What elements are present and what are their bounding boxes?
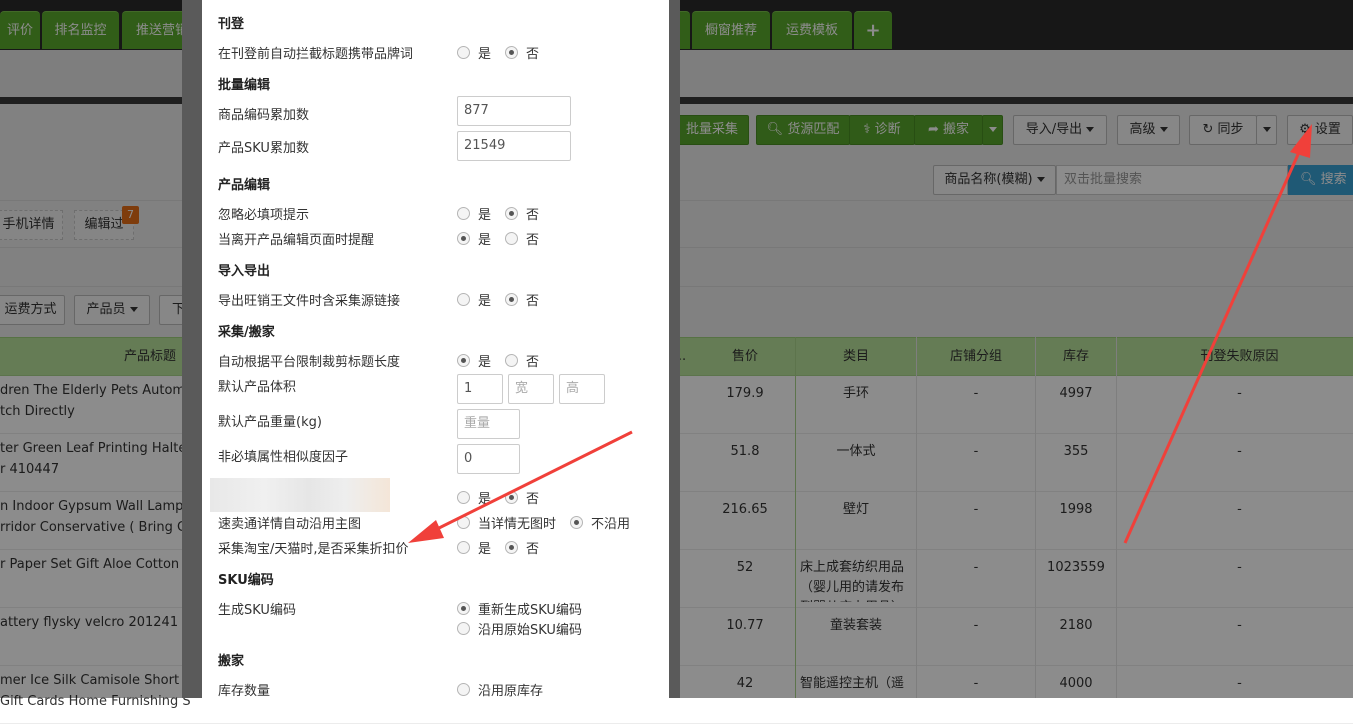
section-import-export: 导入导出 (218, 264, 271, 279)
intercept-brand-no-radio[interactable] (505, 46, 518, 59)
label-leave-remind: 当离开产品编辑页面时提醒 (218, 233, 375, 248)
section-product-edit: 产品编辑 (218, 178, 271, 193)
option-not-use: 不沿用 (591, 517, 631, 532)
section-move: 搬家 (218, 654, 245, 669)
option-no: 否 (526, 492, 540, 507)
option-no: 否 (526, 208, 540, 223)
label-product-code-increment: 商品编码累加数 (218, 108, 310, 123)
section-batch-edit: 批量编辑 (218, 78, 271, 93)
section-collect-move: 采集/搬家 (218, 325, 275, 340)
section-sku-code: SKU编码 (218, 573, 274, 588)
ignore-required-yes-radio[interactable] (457, 207, 470, 220)
not-use-radio[interactable] (570, 516, 583, 529)
settings-dialog: 刊登 在刊登前自动拦截标题携带品牌词 是 否 批量编辑 商品编码累加数 877 … (202, 0, 669, 699)
option-no: 否 (526, 233, 540, 248)
redacted-label (210, 478, 390, 512)
collect-discount-yes-radio[interactable] (457, 541, 470, 554)
label-default-weight: 默认产品重量(kg) (218, 415, 322, 430)
default-weight-input[interactable]: 重量 (457, 409, 520, 439)
option-yes: 是 (478, 47, 492, 62)
option-yes: 是 (478, 294, 492, 309)
auto-trim-title-no-radio[interactable] (505, 354, 518, 367)
export-source-link-yes-radio[interactable] (457, 293, 470, 306)
option-yes: 是 (478, 542, 492, 557)
label-ignore-required: 忽略必填项提示 (218, 208, 310, 223)
volume-length-input[interactable]: 1 (457, 374, 503, 404)
option-keep-original-sku: 沿用原始SKU编码 (478, 623, 582, 638)
option-regenerate-sku: 重新生成SKU编码 (478, 603, 582, 618)
option-yes: 是 (478, 355, 492, 370)
option-no: 否 (526, 294, 540, 309)
section-publish: 刊登 (218, 17, 245, 32)
sku-increment-input[interactable]: 21549 (457, 131, 571, 161)
leave-remind-yes-radio[interactable] (457, 232, 470, 245)
redacted-option-no-radio[interactable] (505, 491, 518, 504)
label-auto-trim-title: 自动根据平台限制裁剪标题长度 (218, 355, 401, 370)
product-code-increment-input[interactable]: 877 (457, 96, 571, 126)
label-generate-sku: 生成SKU编码 (218, 603, 296, 618)
similarity-factor-input[interactable]: 0 (457, 444, 520, 474)
auto-trim-title-yes-radio[interactable] (457, 354, 470, 367)
label-stock-qty: 库存数量 (218, 684, 271, 699)
option-no: 否 (526, 355, 540, 370)
redacted-option-yes-radio[interactable] (457, 491, 470, 504)
option-yes: 是 (478, 492, 492, 507)
label-sku-increment: 产品SKU累加数 (218, 141, 309, 156)
label-similarity-factor: 非必填属性相似度因子 (218, 450, 349, 465)
volume-height-input[interactable]: 高 (559, 374, 605, 404)
when-no-detail-image-radio[interactable] (457, 516, 470, 529)
leave-remind-no-radio[interactable] (505, 232, 518, 245)
intercept-brand-yes-radio[interactable] (457, 46, 470, 59)
option-yes: 是 (478, 208, 492, 223)
keep-original-sku-radio[interactable] (457, 622, 470, 635)
label-aliexpress-main-image: 速卖通详情自动沿用主图 (218, 517, 362, 532)
option-use-original-stock: 沿用原库存 (478, 684, 544, 699)
export-source-link-no-radio[interactable] (505, 293, 518, 306)
option-no: 否 (526, 47, 540, 62)
volume-width-input[interactable]: 宽 (508, 374, 554, 404)
option-when-no-detail-image: 当详情无图时 (478, 517, 557, 532)
ignore-required-no-radio[interactable] (505, 207, 518, 220)
option-yes: 是 (478, 233, 492, 248)
label-export-source-link: 导出旺销王文件时含采集源链接 (218, 294, 401, 309)
use-original-stock-radio[interactable] (457, 683, 470, 696)
label-intercept-brand: 在刊登前自动拦截标题携带品牌词 (218, 47, 414, 62)
regenerate-sku-radio[interactable] (457, 602, 470, 615)
option-no: 否 (526, 542, 540, 557)
label-collect-discount: 采集淘宝/天猫时,是否采集折扣价 (218, 542, 409, 557)
collect-discount-no-radio[interactable] (505, 541, 518, 554)
label-default-volume: 默认产品体积 (218, 380, 297, 395)
